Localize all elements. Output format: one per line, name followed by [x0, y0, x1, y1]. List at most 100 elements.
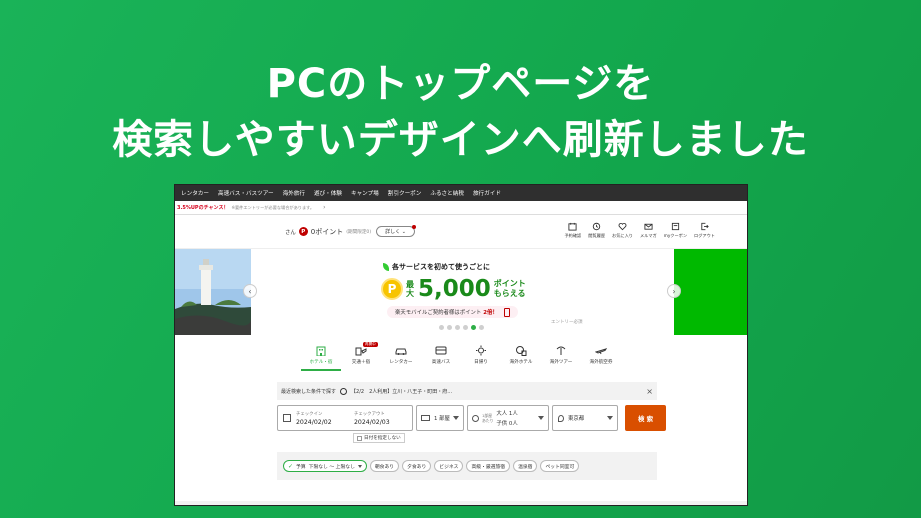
- leaf-icon: [383, 263, 389, 271]
- reservation-link[interactable]: 予約確認: [564, 222, 581, 239]
- headline: PCのトップページを 検索しやすいデザインへ刷新しました: [0, 56, 921, 168]
- promo-headline: 各サービスを初めて使うごとに: [392, 263, 490, 271]
- carousel-dots: [439, 325, 484, 330]
- globe-hotel-icon: [516, 346, 527, 356]
- headline-line2: 検索しやすいデザインへ刷新しました: [112, 117, 809, 163]
- nav-item[interactable]: レンタカー: [181, 189, 209, 197]
- notice-sub: ※要件エントリーが必要な場合があります。: [231, 204, 315, 210]
- tab-rentacar[interactable]: レンタカー: [381, 345, 421, 371]
- tab-transport-hotel[interactable]: 再開中 交通＋宿: [341, 342, 381, 371]
- palm-icon: [556, 346, 566, 355]
- detail-button[interactable]: 詳しく ⌄: [376, 225, 416, 237]
- tab-overseas-tour[interactable]: 海外ツアー: [541, 345, 581, 371]
- filter-chip[interactable]: 朝食あり: [369, 460, 400, 472]
- calendar-icon: [283, 414, 291, 422]
- carousel-dot[interactable]: [439, 325, 444, 330]
- tab-hotel[interactable]: ホテル・宿: [301, 345, 341, 371]
- nav-item[interactable]: キャンプ場: [351, 189, 379, 197]
- top-nav: レンタカー 高速バス・バスツアー 海外旅行 遊び・体験 キャンプ場 割引クーポン…: [175, 185, 747, 201]
- budget-prefix: 予算: [296, 464, 306, 470]
- filter-chip[interactable]: ペット同室可: [540, 460, 580, 472]
- filter-chip[interactable]: 夕食あり: [402, 460, 432, 472]
- tab-overseas-air[interactable]: 海外航空券: [581, 345, 621, 371]
- checkout-value: 2024/02/03: [354, 418, 390, 426]
- car-icon: [395, 348, 407, 355]
- page-bottom: [175, 501, 747, 505]
- history-link[interactable]: 閲覧履歴: [588, 222, 605, 239]
- tab-daytrip[interactable]: 日帰り: [461, 345, 501, 371]
- checkin-label: チェックイン: [296, 411, 323, 417]
- chevron-down-icon: [357, 464, 362, 468]
- plane-icon: [595, 348, 607, 355]
- area-value: 東京都: [568, 416, 585, 422]
- nav-item[interactable]: ふるさと納税: [430, 189, 464, 197]
- logout-link[interactable]: ログアウト: [694, 222, 715, 239]
- notice-rate: 3.5%UPのチャンス！: [177, 205, 229, 211]
- filter-chip[interactable]: 高級・厳選旅宿: [466, 460, 511, 472]
- budget-value: 下限なし ～ 上限なし: [308, 464, 355, 470]
- search-button[interactable]: 検 索: [625, 405, 666, 431]
- tab-overseas-hotel[interactable]: 海外ホテル: [501, 345, 541, 371]
- search-fields: チェックイン 2024/02/02 チェックアウト 2024/02/03 1 部…: [277, 405, 666, 431]
- entry-note: エントリー必須: [551, 320, 583, 325]
- tab-highway-bus[interactable]: 高速バス: [421, 345, 461, 371]
- lighthouse-photo: [175, 249, 251, 335]
- nav-item[interactable]: 遊び・体験: [314, 189, 342, 197]
- bed-icon: [421, 415, 430, 421]
- reservation-icon: [568, 222, 577, 231]
- point-icon: P: [298, 227, 308, 236]
- promo-carousel: 各サービスを初めて使うごとに P 最大 5,000 ポイント もらえる 楽天モバ…: [175, 249, 747, 335]
- heart-icon: [618, 223, 627, 231]
- user-bar: さん P 0ポイント (期間限定0) 詳しく ⌄ 予約確認 閲覧履歴 お気に入り: [175, 215, 747, 249]
- nav-item[interactable]: 高速バス・バスツアー: [218, 189, 274, 197]
- clock-icon: [340, 387, 348, 395]
- promo-max: 最大: [406, 280, 414, 298]
- carousel-dot[interactable]: [455, 325, 460, 330]
- favorites-link[interactable]: お気に入り: [612, 222, 633, 239]
- history-icon: [592, 222, 601, 231]
- checkout-label: チェックアウト: [354, 411, 385, 417]
- date-picker[interactable]: チェックイン 2024/02/02 チェックアウト 2024/02/03: [277, 405, 413, 431]
- room-select[interactable]: 1 部屋: [416, 405, 464, 431]
- point-balance: 0ポイント: [310, 227, 344, 236]
- children-value: 子供 0人: [496, 421, 518, 427]
- carousel-next-button[interactable]: ›: [667, 284, 681, 298]
- nav-item[interactable]: 割引クーポン: [388, 189, 422, 197]
- recent-label: 最近検索した条件で探す: [281, 388, 337, 395]
- limited-points: (期間限定0): [346, 229, 372, 235]
- carousel-prev-button[interactable]: ‹: [243, 284, 257, 298]
- guest-select[interactable]: 1部屋 あたり 大人 1人 子供 0人: [467, 405, 549, 431]
- coupon-icon: [671, 222, 679, 231]
- tab-badge: 再開中: [363, 342, 378, 347]
- notice-bar[interactable]: 3.5%UPのチャンス！ ※要件エントリーが必要な場合があります。 ›: [175, 201, 747, 215]
- filter-chip[interactable]: 温泉宿: [513, 460, 538, 472]
- user-name: さん: [285, 229, 296, 236]
- nav-item[interactable]: 旅行ガイド: [473, 189, 501, 197]
- checkbox-icon: [357, 435, 362, 441]
- mailmag-link[interactable]: メルマガ: [640, 222, 657, 239]
- recent-search[interactable]: 最近検索した条件で探す 【2/2 2人利用】立川・八王子・町田・府… ×: [277, 382, 657, 400]
- notification-dot: [411, 225, 416, 229]
- carousel-dot[interactable]: [463, 325, 468, 330]
- area-select[interactable]: 東京都: [552, 405, 618, 431]
- carousel-dot[interactable]: [447, 325, 452, 330]
- carousel-dot[interactable]: [479, 325, 484, 330]
- promo-suffix-bottom: もらえる: [493, 289, 526, 298]
- close-icon[interactable]: ×: [646, 387, 653, 396]
- no-date-checkbox[interactable]: 日付を指定しない: [353, 433, 405, 443]
- carousel-dot-active[interactable]: [471, 325, 476, 330]
- chevron-right-icon[interactable]: ›: [323, 204, 325, 211]
- budget-filter[interactable]: ✓ 予算 下限なし ～ 上限なし: [283, 460, 367, 472]
- phone-icon: [503, 307, 510, 317]
- promo-banner[interactable]: 各サービスを初めて使うごとに P 最大 5,000 ポイント もらえる 楽天モバ…: [251, 249, 676, 335]
- search-panel: ホテル・宿 再開中 交通＋宿 レンタカー 高速バス 日帰り 海外ホテル 海外ツア…: [183, 337, 747, 505]
- person-icon: [472, 414, 479, 422]
- filter-bar: ✓ 予算 下限なし ～ 上限なし 朝食あり 夕食あり ビジネス 高級・厳選旅宿 …: [277, 452, 657, 480]
- bus-icon: [435, 346, 447, 355]
- coupon-link[interactable]: myクーポン: [664, 222, 687, 239]
- filter-chip[interactable]: ビジネス: [434, 460, 464, 472]
- chevron-down-icon: [538, 416, 544, 420]
- nav-item[interactable]: 海外旅行: [283, 189, 305, 197]
- chevron-down-icon: [453, 416, 459, 420]
- promo-amount: 5,000: [418, 276, 491, 302]
